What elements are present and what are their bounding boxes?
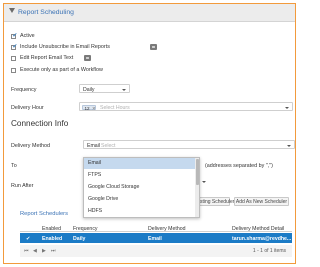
column-header-frequency[interactable]: Frequency — [73, 226, 98, 232]
active-label: Active — [20, 33, 35, 39]
cell-enabled: Enabled — [42, 235, 63, 242]
dropdown-option-ftps[interactable]: FTPS — [84, 170, 196, 181]
report-scheduling-panel: Report Scheduling ✔ Active ✔ Include Uns… — [3, 3, 296, 264]
table-row[interactable]: ✔ Enabled Daily Email tarun.sharma@revdh… — [20, 233, 292, 243]
cell-delivery-detail: tarun.sharma@revdhe... — [232, 235, 292, 242]
frequency-label: Frequency — [11, 87, 37, 93]
column-header-delivery-detail[interactable]: Delivery Method Detail — [232, 226, 284, 232]
delivery-method-value: Email — [87, 143, 100, 149]
info-image-icon[interactable] — [150, 44, 157, 50]
active-checkbox[interactable]: ✔ — [11, 32, 18, 40]
to-label: To — [11, 163, 17, 169]
column-header-delivery-method[interactable]: Delivery Method — [148, 226, 185, 232]
delivery-method-dropdown-list: Email FTPS Google Cloud Storage Google D… — [83, 157, 200, 218]
panel-header[interactable]: Report Scheduling — [4, 4, 295, 22]
execute-workflow-checkbox[interactable] — [11, 68, 16, 73]
pager-summary: 1 - 1 of 1 items — [252, 248, 286, 254]
hour-tag[interactable]: 12 ✕ — [82, 104, 96, 112]
check-icon: ✔ — [12, 32, 18, 40]
include-unsubscribe-checkbox[interactable]: ✔ — [11, 43, 18, 51]
check-icon: ✔ — [12, 43, 18, 51]
cell-delivery-method: Email — [148, 235, 162, 242]
dropdown-option-google-drive[interactable]: Google Drive — [84, 194, 196, 205]
delivery-method-placeholder: Select — [101, 143, 116, 149]
delivery-hour-label: Delivery Hour — [11, 105, 44, 111]
last-page-icon[interactable]: ⏭ — [51, 248, 56, 254]
column-header-enabled[interactable]: Enabled — [42, 226, 61, 232]
chevron-down-icon — [287, 144, 291, 147]
frequency-value: Daily — [83, 87, 95, 93]
dropdown-option-email[interactable]: Email — [84, 158, 196, 169]
grid-pager: ⏮ ◀ ▶ ⏭ 1 - 1 of 1 items — [20, 245, 292, 257]
chevron-down-icon — [285, 106, 289, 109]
frequency-select[interactable]: Daily — [79, 84, 130, 93]
execute-workflow-label: Execute only as part of a Workflow — [20, 67, 103, 73]
first-page-icon[interactable]: ⏮ — [24, 248, 29, 254]
remove-tag-icon[interactable]: ✕ — [92, 106, 96, 112]
run-after-label: Run After — [11, 183, 34, 189]
delivery-method-label: Delivery Method — [11, 143, 50, 149]
chevron-down-icon — [122, 88, 126, 91]
delivery-method-select[interactable]: Email Select — [83, 140, 295, 149]
collapse-caret-icon[interactable] — [9, 8, 15, 13]
to-hint: (addresses separated by ",") — [205, 163, 273, 169]
dropdown-option-hdfs[interactable]: HDFS — [84, 206, 196, 217]
delivery-hour-placeholder: Select Hours — [100, 105, 130, 111]
dropdown-scrollbar[interactable] — [195, 158, 199, 217]
scrollbar-thumb[interactable] — [195, 159, 199, 185]
next-page-icon[interactable]: ▶ — [42, 248, 46, 254]
schedulers-grid-header: Enabled Frequency Delivery Method Delive… — [20, 224, 292, 232]
edit-email-text-checkbox[interactable] — [11, 56, 16, 61]
add-new-scheduler-button[interactable]: Add As New Scheduler — [234, 197, 289, 206]
report-schedulers-title: Report Schedulers — [20, 211, 69, 217]
delivery-hour-multiselect[interactable]: 12 ✕ Select Hours — [79, 102, 293, 111]
dropdown-option-google-cloud-storage[interactable]: Google Cloud Storage — [84, 182, 196, 193]
run-after-chevron-down-icon[interactable] — [202, 181, 206, 183]
edit-email-text-label: Edit Report Email Text — [20, 55, 74, 61]
hour-tag-value: 12 — [84, 105, 90, 111]
row-selected-check-icon[interactable]: ✔ — [26, 236, 30, 242]
info-image-icon[interactable] — [84, 55, 91, 61]
include-unsubscribe-label: Include Unsubscribe in Email Reports — [20, 44, 110, 50]
panel-title: Report Scheduling — [18, 9, 74, 16]
cell-frequency: Daily — [73, 235, 86, 242]
prev-page-icon[interactable]: ◀ — [33, 248, 37, 254]
connection-info-heading: Connection Info — [11, 119, 69, 128]
